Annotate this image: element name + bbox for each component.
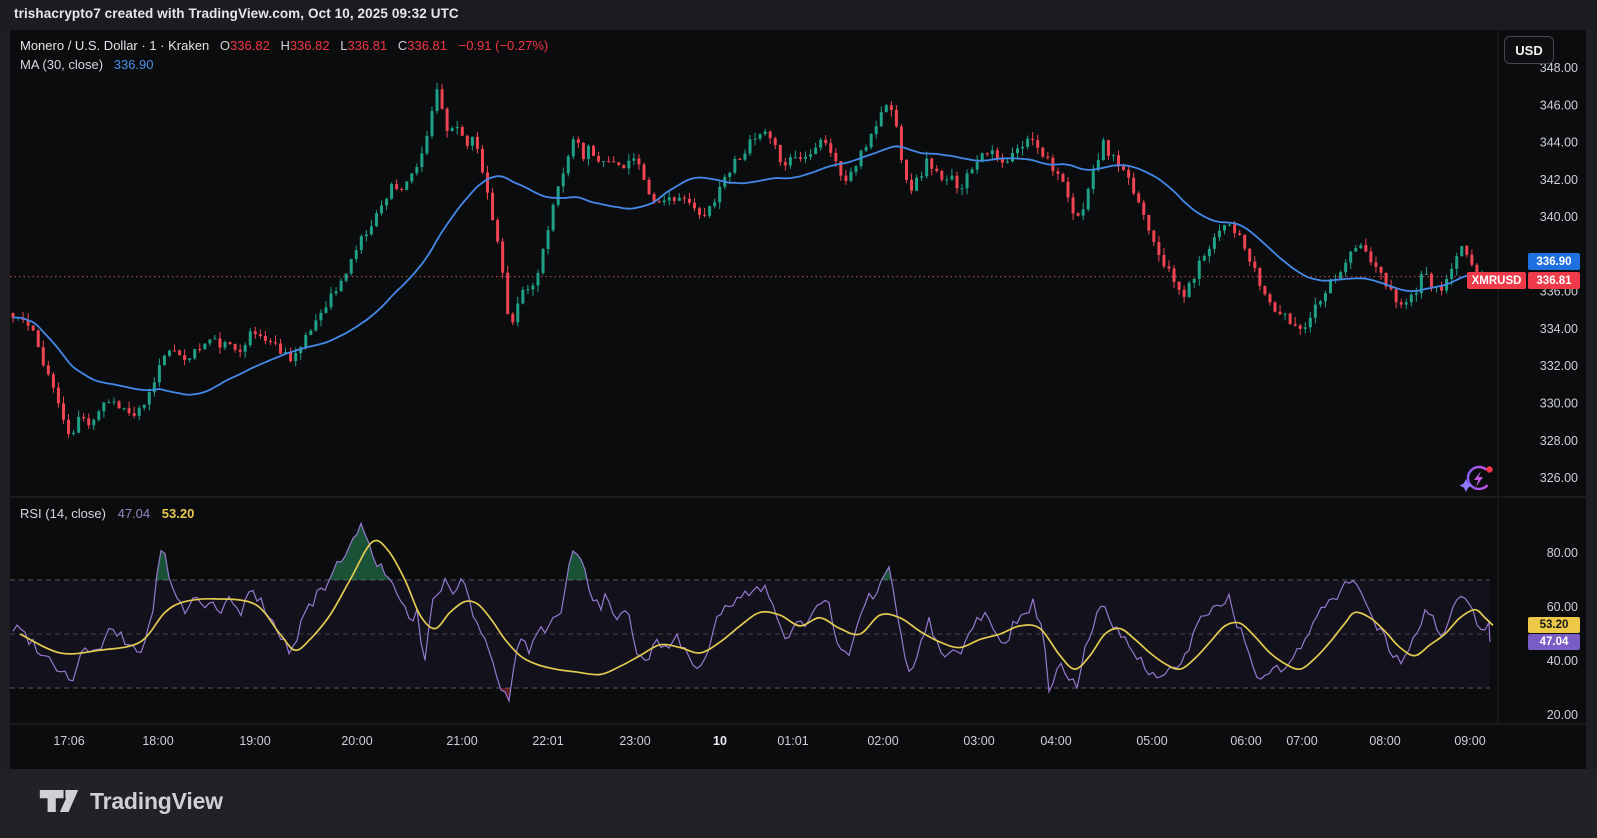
rsi-overbought-fill — [329, 523, 390, 580]
rsi-ma-badge: 53.20 — [1528, 617, 1580, 633]
time-tick-label: 03:00 — [963, 734, 994, 748]
time-tick-label: 02:00 — [867, 734, 898, 748]
price-tick-label: 330.00 — [1540, 397, 1578, 411]
lightning-bolt-icon — [1474, 471, 1483, 487]
low-value: 336.81 — [347, 38, 387, 53]
time-tick-label: 09:00 — [1454, 734, 1485, 748]
time-tick-label: 01:01 — [777, 734, 808, 748]
price-tick-label: 342.00 — [1540, 173, 1578, 187]
time-tick-label: 04:00 — [1040, 734, 1071, 748]
rsi-tick-label: 80.00 — [1547, 546, 1578, 560]
price-pane[interactable] — [10, 83, 1490, 438]
open-value: 336.82 — [230, 38, 270, 53]
chart-panel: 348.00346.00344.00342.00340.00336.00334.… — [10, 30, 1586, 769]
ma-legend[interactable]: MA (30, close) 336.90 — [20, 57, 153, 72]
high-label: H — [280, 38, 289, 53]
attribution-bar: trishacrypto7 created with TradingView.c… — [0, 0, 1597, 30]
price-tick-label: 346.00 — [1540, 98, 1578, 112]
close-value: 336.81 — [407, 38, 447, 53]
ai-assistant-icon[interactable] — [1458, 460, 1496, 496]
rsi-value: 47.04 — [118, 506, 151, 521]
time-tick-label: 19:00 — [239, 734, 270, 748]
sparkle-icon — [1460, 479, 1473, 492]
rsi-tick-label: 40.00 — [1547, 654, 1578, 668]
chart-canvas[interactable]: 348.00346.00344.00342.00340.00336.00334.… — [10, 30, 1586, 769]
change-value: −0.91 (−0.27%) — [459, 38, 549, 53]
symbol-title: Monero / U.S. Dollar · 1 · Kraken — [20, 38, 209, 53]
tradingview-logomark — [38, 787, 80, 815]
rsi-tick-label: 20.00 — [1547, 708, 1578, 722]
time-tick-label: 20:00 — [341, 734, 372, 748]
time-tick-label: 10 — [713, 734, 727, 748]
rsi-badge: 47.04 — [1528, 634, 1580, 650]
time-tick-label: 17:06 — [53, 734, 84, 748]
time-scale[interactable]: 17:06 18:00 19:00 20:00 21:00 22:01 23:00 10 01:… — [53, 734, 1485, 748]
time-tick-label: 08:00 — [1369, 734, 1400, 748]
rsi-ma-value: 53.20 — [162, 506, 195, 521]
symbol-price-tag: XMRUSD — [1467, 272, 1526, 289]
time-tick-label: 07:00 — [1286, 734, 1317, 748]
price-tick-label: 340.00 — [1540, 210, 1578, 224]
ma-label: MA (30, close) — [20, 57, 103, 72]
time-tick-label: 22:01 — [532, 734, 563, 748]
time-tick-label: 21:00 — [446, 734, 477, 748]
ai-icon-dot — [1486, 466, 1492, 472]
last-price-badge: 336.81 — [1528, 272, 1580, 289]
price-tick-label: 326.00 — [1540, 471, 1578, 485]
currency-toggle-button[interactable]: USD — [1504, 36, 1554, 64]
ma-price-badge: 336.90 — [1528, 253, 1580, 270]
high-value: 336.82 — [290, 38, 330, 53]
rsi-legend[interactable]: RSI (14, close) 47.04 53.20 — [20, 506, 194, 521]
rsi-label: RSI (14, close) — [20, 506, 106, 521]
attribution-text: trishacrypto7 created with TradingView.c… — [14, 6, 459, 21]
rsi-pane[interactable] — [10, 523, 1493, 701]
time-tick-label: 23:00 — [619, 734, 650, 748]
ma-line — [13, 146, 1487, 394]
symbol-legend[interactable]: Monero / U.S. Dollar · 1 · Kraken O336.8… — [20, 38, 548, 53]
open-label: O — [220, 38, 230, 53]
time-tick-label: 05:00 — [1136, 734, 1167, 748]
time-tick-label: 06:00 — [1230, 734, 1261, 748]
price-tick-label: 334.00 — [1540, 322, 1578, 336]
tradingview-wordmark: TradingView — [90, 788, 223, 815]
tradingview-logo[interactable]: TradingView — [38, 787, 223, 815]
footer-bar: TradingView — [0, 769, 1597, 838]
price-tick-label: 328.00 — [1540, 434, 1578, 448]
price-tick-label: 344.00 — [1540, 136, 1578, 150]
close-label: C — [398, 38, 407, 53]
time-tick-label: 18:00 — [142, 734, 173, 748]
price-tick-label: 332.00 — [1540, 359, 1578, 373]
rsi-tick-label: 60.00 — [1547, 600, 1578, 614]
ma-value: 336.90 — [114, 57, 154, 72]
